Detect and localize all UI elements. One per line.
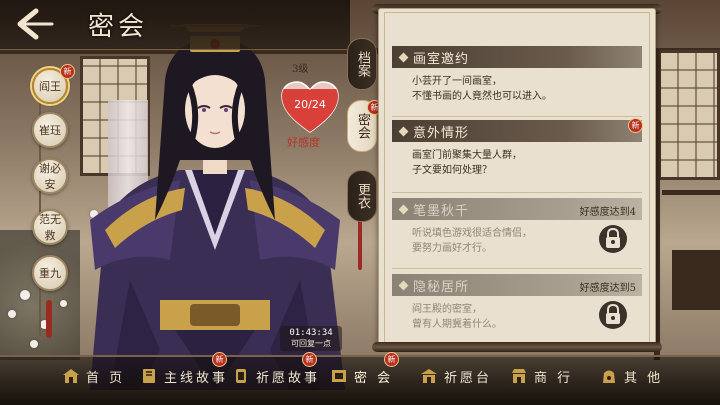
new-badge: 新: [628, 118, 643, 133]
story-card-locked-swing[interactable]: 笔墨秋千 好感度达到4 听说填色游戏很适合情侣， 要努力画好才行。: [392, 198, 642, 266]
new-badge: 新: [212, 352, 227, 367]
tab-label: 更衣: [355, 183, 370, 209]
scroll-icon: [236, 369, 246, 383]
character-item-cuijue[interactable]: 崔珏: [32, 112, 68, 148]
timer-time: 01:43:34: [289, 328, 333, 338]
nav-label: 祈愿台: [444, 370, 493, 386]
nav-other[interactable]: 其 他: [600, 361, 663, 391]
card-description-line: 画室门前聚集大量人群，: [412, 150, 522, 161]
timer-note: 可回复一点: [291, 339, 331, 348]
card-divider: [392, 192, 642, 193]
top-bar: 密会: [0, 0, 350, 50]
tab-wardrobe[interactable]: 更衣: [347, 170, 377, 222]
affection-value: 20/24: [294, 98, 326, 111]
book-icon: [143, 369, 155, 383]
diamond-icon: [398, 204, 409, 214]
affection-level: 3级: [292, 64, 309, 75]
card-divider: [392, 268, 642, 269]
affection-label: 好感度: [287, 136, 320, 149]
diamond-icon: [398, 280, 409, 290]
story-card-accident[interactable]: 意外情形 画室门前聚集大量人群， 子文要如何处理？: [392, 120, 642, 190]
character-name: 重九: [39, 267, 61, 280]
character-item-fanwujiu[interactable]: 范无救: [32, 209, 68, 245]
card-title: 画室邀约: [413, 51, 470, 67]
card-title: 笔墨秋千: [413, 203, 470, 219]
new-badge: 新: [60, 64, 75, 79]
character-name: 崔珏: [39, 124, 61, 137]
unlock-requirement: 好感度达到5: [579, 283, 636, 294]
card-description-line: 小芸开了一间画室，: [412, 76, 502, 87]
nav-home[interactable]: 首 页: [62, 361, 125, 391]
nav-label: 密 会: [354, 370, 394, 386]
card-title: 意外情形: [413, 125, 470, 141]
bottom-navigation: 首 页 主线故事 新 祈愿故事 新 密 会 新 祈愿台 商 行 其 他: [0, 352, 720, 405]
new-badge: 新: [302, 352, 317, 367]
story-card-painting-invite[interactable]: 画室邀约 小芸开了一间画室， 不懂书画的人竟然也可以进入。: [392, 46, 642, 116]
diamond-icon: [398, 52, 409, 62]
nav-label: 主线故事: [164, 370, 229, 386]
nav-wish-altar[interactable]: 祈愿台: [420, 361, 492, 391]
lattice-window-right: [658, 50, 720, 180]
nav-label: 商 行: [534, 370, 574, 386]
new-badge: 新: [384, 352, 399, 367]
scroll-rod-bottom: [372, 342, 662, 352]
card-header: 意外情形: [392, 120, 642, 142]
nav-label: 首 页: [86, 370, 126, 386]
tab-profile[interactable]: 档案: [347, 38, 377, 90]
altar-icon: [421, 369, 437, 383]
nav-label: 祈愿故事: [256, 370, 321, 386]
card-description-line: 不懂书画的人竟然也可以进入。: [412, 91, 552, 102]
lock-icon: [599, 301, 627, 329]
character-item-chongjiu[interactable]: 重九: [32, 255, 68, 291]
card-title: 隐秘居所: [413, 279, 470, 295]
tab-label: 档案: [355, 51, 370, 77]
shop-icon: [512, 369, 526, 383]
energy-timer: 01:43:34 可回复一点: [280, 326, 342, 351]
character-name: 阎王: [39, 80, 61, 93]
nav-secret-meeting[interactable]: 密 会: [323, 361, 400, 391]
card-description: 小芸开了一间画室， 不懂书画的人竟然也可以进入。: [412, 74, 637, 104]
nav-label: 其 他: [624, 370, 664, 386]
tassel-ornament: [46, 300, 52, 338]
card-divider: [392, 116, 642, 117]
story-card-locked-residence[interactable]: 隐秘居所 好感度达到5 阎王殿的密室， 曾有人期冀着什么。: [392, 274, 642, 340]
back-arrow-icon: [17, 8, 54, 40]
character-name: 范无救: [39, 213, 61, 242]
nav-ridge: [0, 355, 720, 357]
back-button[interactable]: [10, 8, 54, 40]
card-header: 画室邀约: [392, 46, 642, 68]
diamond-icon: [398, 126, 409, 136]
character-item-xiebian[interactable]: 谢必安: [32, 158, 68, 194]
character-list-rail: [39, 66, 41, 336]
tab-label: 密会: [355, 113, 370, 139]
lock-icon: [599, 225, 627, 253]
bag-icon: [603, 370, 615, 383]
meeting-icon: [332, 370, 346, 382]
affection-heart: 20/24: [280, 80, 340, 134]
character-name: 谢必安: [39, 162, 61, 191]
card-description-line: 子文要如何处理？: [412, 165, 492, 176]
card-description: 画室门前聚集大量人群， 子文要如何处理？: [412, 148, 637, 178]
home-icon: [63, 369, 79, 383]
tab-tassel: [358, 220, 362, 270]
page-title: 密会: [88, 12, 149, 42]
nav-shop[interactable]: 商 行: [510, 361, 573, 391]
unlock-requirement: 好感度达到4: [579, 207, 636, 218]
